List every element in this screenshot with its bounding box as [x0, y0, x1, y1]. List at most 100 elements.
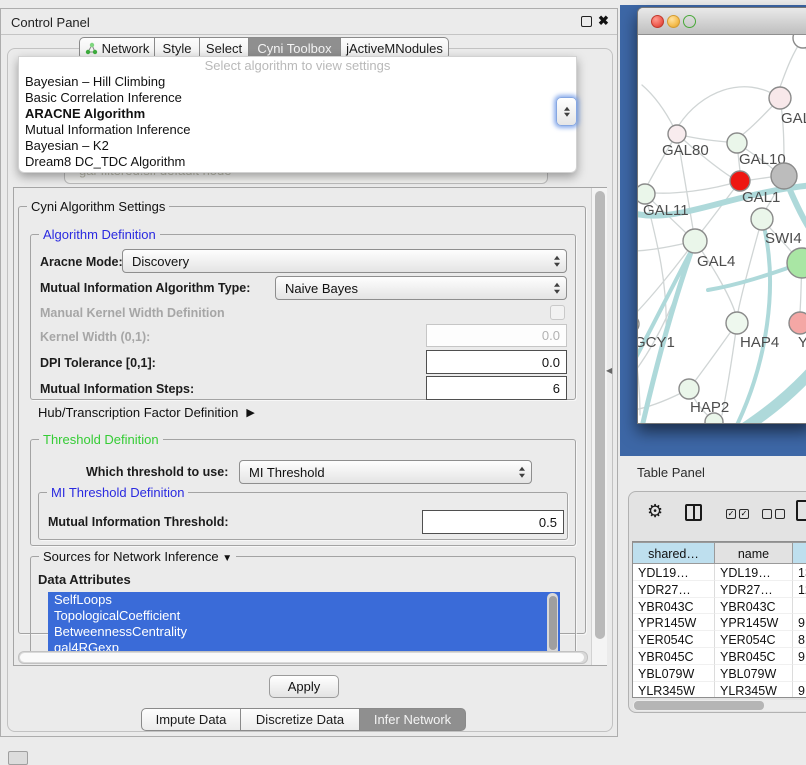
network-edge[interactable] — [750, 177, 771, 180]
algorithm-option[interactable]: Mutual Information Inference — [19, 122, 576, 138]
network-node-gal1[interactable] — [730, 171, 750, 191]
network-node-gal[interactable] — [769, 87, 791, 109]
cyni-settings-legend: Cyni Algorithm Settings — [27, 199, 169, 214]
node-table[interactable]: shared…nameAYDL19…YDL19…13YDR27…YDR27…12… — [632, 541, 806, 698]
network-node-label: GCY1 — [638, 334, 675, 351]
aracne-mode-combo[interactable]: Discovery — [122, 249, 567, 273]
tab-discretize-data[interactable]: Discretize Data — [241, 708, 360, 731]
network-node-hap2[interactable] — [679, 379, 699, 399]
network-node-y[interactable] — [789, 312, 806, 334]
mi-threshold-legend: MI Threshold Definition — [47, 485, 188, 500]
minimized-panel-icon[interactable] — [8, 751, 28, 765]
table-cell[interactable]: YDL19… — [633, 564, 715, 581]
network-edge-highlighted[interactable] — [734, 369, 806, 424]
table-cell[interactable]: YDR27… — [633, 581, 715, 598]
table-cell[interactable]: 9. — [793, 682, 806, 698]
table-cell[interactable]: 13 — [793, 564, 806, 581]
algorithm-option[interactable]: Bayesian – K2 — [19, 138, 576, 154]
algorithm-option[interactable]: Basic Correlation Inference — [19, 90, 576, 106]
network-node-gal11[interactable] — [638, 184, 655, 204]
dpi-tolerance-field[interactable]: 0.0 — [426, 350, 567, 374]
settings-vscroll-thumb[interactable] — [595, 191, 605, 639]
sources-legend[interactable]: Sources for Network Inference ▼ — [39, 549, 236, 564]
table-column-header[interactable]: name — [715, 542, 793, 564]
mi-type-combo[interactable]: Naive Bayes — [275, 276, 567, 300]
algorithm-option[interactable]: Dream8 DC_TDC Algorithm — [19, 154, 576, 170]
data-attribute-item[interactable]: TopologicalCoefficient — [48, 608, 560, 624]
table-cell[interactable]: YER054C — [633, 631, 715, 648]
table-cell[interactable]: 12 — [793, 581, 806, 598]
select-all-columns-icon[interactable]: ✓ ✓ — [726, 509, 749, 519]
table-cell[interactable]: 8. — [793, 631, 806, 648]
table-cell[interactable]: YBL079W — [633, 665, 715, 682]
table-cell[interactable]: 9. — [793, 614, 806, 631]
kernel-width-field[interactable]: 0.0 — [426, 324, 567, 347]
manual-kernel-checkbox[interactable] — [550, 305, 565, 320]
table-cell[interactable]: YBR043C — [633, 598, 715, 615]
network-node-gcy1[interactable] — [638, 315, 639, 333]
tab-label: Impute Data — [156, 712, 227, 727]
table-cell[interactable]: YER054C — [715, 631, 793, 648]
data-attributes-list[interactable]: SelfLoopsTopologicalCoefficientBetweenne… — [48, 592, 560, 656]
network-node-swi4[interactable] — [751, 208, 773, 230]
split-columns-icon[interactable] — [685, 504, 702, 521]
close-icon[interactable]: ✖ — [598, 13, 609, 29]
table-cell[interactable]: YLR345W — [715, 682, 793, 698]
settings-hscroll-thumb[interactable] — [20, 653, 584, 662]
deselect-all-columns-icon[interactable] — [762, 509, 785, 519]
close-traffic-light[interactable] — [651, 15, 664, 28]
network-edge[interactable] — [679, 87, 780, 125]
network-node-hap4[interactable] — [726, 312, 748, 334]
table-cell[interactable] — [793, 598, 806, 615]
float-icon[interactable] — [581, 16, 592, 27]
table-cell[interactable]: YDL19… — [715, 564, 793, 581]
export-table-icon[interactable] — [796, 500, 806, 521]
network-window-titlebar[interactable] — [638, 8, 806, 35]
tab-impute-data[interactable]: Impute Data — [141, 708, 241, 731]
network-edge[interactable] — [738, 219, 762, 312]
table-cell[interactable]: YPR145W — [715, 614, 793, 631]
table-column-header[interactable]: A — [793, 542, 806, 564]
settings-hscrollbar[interactable] — [18, 651, 588, 664]
focused-combo-stepper[interactable] — [556, 97, 577, 126]
algorithm-option[interactable]: Bayesian – Hill Climbing — [19, 74, 576, 90]
table-cell[interactable]: YBR043C — [715, 598, 793, 615]
settings-vscrollbar[interactable] — [591, 188, 607, 665]
network-canvas-svg[interactable]: GALGAL80GAL10GAL1GAL11SWI4GAL4GCY1HAP4YH… — [638, 35, 806, 424]
tab-infer-network[interactable]: Infer Network — [360, 708, 466, 731]
table-cell[interactable]: YLR345W — [633, 682, 715, 698]
mi-steps-field[interactable]: 6 — [426, 376, 567, 400]
data-attribute-item[interactable]: BetweennessCentrality — [48, 624, 560, 640]
gear-icon[interactable]: ⚙ — [647, 501, 663, 522]
minimize-traffic-light[interactable] — [667, 15, 680, 28]
zoom-traffic-light[interactable] — [683, 15, 696, 28]
table-cell[interactable]: YBL079W — [715, 665, 793, 682]
network-node[interactable] — [771, 163, 797, 189]
table-hscroll-thumb[interactable] — [634, 701, 764, 710]
network-node-gal4[interactable] — [683, 229, 707, 253]
network-edge[interactable] — [655, 181, 740, 193]
network-node[interactable] — [705, 413, 723, 424]
mi-threshold-field[interactable]: 0.5 — [422, 510, 564, 534]
table-hscrollbar[interactable] — [633, 700, 806, 711]
network-node[interactable] — [793, 35, 806, 48]
hub-definition-expander[interactable]: Hub/Transcription Factor Definition ▶ — [38, 405, 255, 420]
network-node-gal10[interactable] — [727, 133, 747, 153]
table-cell[interactable]: YPR145W — [633, 614, 715, 631]
apply-button[interactable]: Apply — [269, 675, 339, 698]
table-cell[interactable]: YDR27… — [715, 581, 793, 598]
network-node[interactable] — [787, 248, 806, 278]
attr-list-scroll-thumb[interactable] — [549, 596, 557, 650]
network-node-gal80[interactable] — [668, 125, 686, 143]
table-cell[interactable]: YBR045C — [715, 648, 793, 665]
algorithm-option[interactable]: ARACNE Algorithm — [19, 106, 576, 122]
data-attribute-item[interactable]: SelfLoops — [48, 592, 560, 608]
table-cell[interactable]: YBR045C — [633, 648, 715, 665]
attr-list-scrollbar[interactable] — [547, 593, 558, 655]
splitpane-collapse-arrow[interactable]: ◀ — [606, 366, 612, 375]
table-cell[interactable]: 9. — [793, 648, 806, 665]
table-column-header[interactable]: shared… — [633, 542, 715, 564]
which-threshold-combo[interactable]: MI Threshold — [239, 460, 532, 484]
table-cell[interactable] — [793, 665, 806, 682]
network-edge[interactable] — [638, 241, 695, 317]
